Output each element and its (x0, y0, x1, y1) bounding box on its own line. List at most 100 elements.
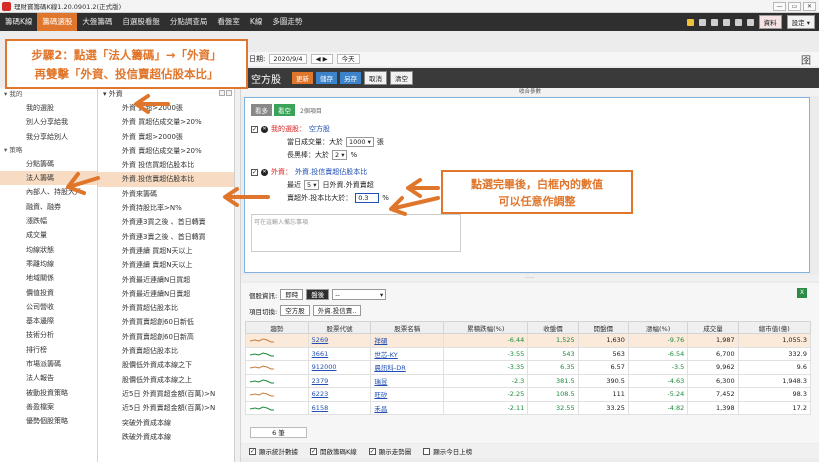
tree-item-advantage[interactable]: 優勢個股策略 (0, 414, 97, 428)
list-item[interactable]: 外資 賣超佔成交量>20% (98, 144, 234, 158)
cell-name[interactable]: 禾昌 (370, 400, 445, 415)
list-item[interactable]: 外資賣超佔股本比 (98, 344, 234, 358)
info-select[interactable]: -- ▾ (332, 289, 387, 300)
col-trend[interactable]: 趨勢 (245, 321, 309, 334)
tree-item-reports[interactable]: 法人報告 (0, 371, 97, 385)
save-as-button[interactable]: 另存 (340, 72, 361, 84)
mail-icon[interactable] (710, 18, 718, 26)
excel-export-icon[interactable]: X (797, 288, 807, 298)
remove-condition-icon[interactable]: ✕ (261, 168, 268, 176)
list-item[interactable]: 股價低外資成本線之上 (98, 373, 234, 387)
opt-today-list[interactable]: 顯示今日上榜 (423, 446, 472, 456)
tree-item-fundamentals[interactable]: 基本邊際 (0, 314, 97, 328)
memo-textarea[interactable]: 可在這輸入備忘事項 (251, 214, 461, 252)
tree-item-revenue[interactable]: 公司營收 (0, 300, 97, 314)
col-accum[interactable]: 累積跌幅(%) (443, 321, 529, 334)
opt-stats[interactable]: ✓ 顯示統計數據 (249, 446, 298, 456)
settings-gear-icon[interactable] (698, 18, 706, 26)
col-change[interactable]: 漲幅(%) (627, 321, 689, 334)
today-button[interactable]: 今天 (336, 54, 360, 64)
opt-kline[interactable]: ✓ 開啟籌碼K線 (310, 446, 357, 456)
tree-item-margin[interactable]: 融資、融券 (0, 200, 97, 214)
close-button[interactable]: ✕ (803, 1, 816, 11)
table-row[interactable]: 3661 世芯-KY -3.55 543 563 -6.54 6,700 332.9 (245, 346, 812, 361)
list-item-selected[interactable]: 外資.投信賣超佔股本比 (98, 172, 234, 187)
tab-bullish[interactable]: 看多 (251, 104, 272, 116)
list-header-foreign[interactable]: ▾ 外資 (98, 88, 234, 101)
list-item[interactable]: 外資 買超>2000張 (98, 101, 234, 115)
after-hours-button[interactable]: 盤後 (306, 289, 330, 300)
list-item[interactable]: 外資買賣超創60日新低 (98, 315, 234, 329)
date-input[interactable]: 2020/9/4 (269, 54, 307, 64)
save-button[interactable]: 儲存 (316, 72, 337, 84)
black-bar-select[interactable]: 2 ▾ (332, 150, 348, 160)
collapse-params-bar[interactable]: 收合參數 (241, 88, 819, 96)
menu-branch-survey[interactable]: 分點調查局 (165, 13, 213, 31)
tree-item-branch-chips[interactable]: 分點籌碼 (0, 157, 97, 171)
tree-group-mine[interactable]: ▾ 我的 (0, 88, 97, 101)
list-item[interactable]: 外資連3賣之後 、首日轉買 (98, 230, 234, 244)
tree-item-volume[interactable]: 成交量 (0, 228, 97, 242)
days-select[interactable]: 5 ▾ (304, 180, 320, 190)
cell-code[interactable]: 6158 (307, 400, 372, 415)
chart-icon[interactable] (734, 18, 742, 26)
cell-code[interactable]: 3661 (307, 346, 372, 361)
volume-select[interactable]: 1000 ▾ (346, 137, 374, 147)
list-item[interactable]: 突破外資成本線 (98, 416, 234, 430)
table-row[interactable]: 5269 祥碩 -6.44 1,525 1,630 -9.76 1,987 1,055.3 (245, 333, 812, 348)
list-item[interactable]: 近5日 外資賣超金額(百萬)>N (98, 401, 234, 415)
tree-item-value-investing[interactable]: 價值投資 (0, 286, 97, 300)
tree-item-archive[interactable]: 善盈檔案 (0, 400, 97, 414)
list-item[interactable]: 外資 投信買超佔股本比 (98, 158, 234, 172)
update-button[interactable]: 更新 (292, 72, 313, 84)
list-item[interactable]: 外資連3買之後 、首日轉賣 (98, 215, 234, 229)
tree-item-technical[interactable]: 技術分析 (0, 328, 97, 342)
col-name[interactable]: 股票名稱 (370, 321, 445, 334)
tree-item-institutional-chips[interactable]: 法人籌碼 (0, 171, 97, 186)
list-item[interactable]: 外資最近連續N日賣超 (98, 287, 234, 301)
list-item[interactable]: 外資買賣超創60日新高 (98, 330, 234, 344)
table-row[interactable]: 6158 禾昌 -2.11 32.55 33.25 -4.82 1,398 17.2 (245, 400, 812, 415)
cell-code[interactable]: 2379 (307, 373, 372, 388)
tree-item-ranking[interactable]: 排行榜 (0, 343, 97, 357)
opt-trend[interactable]: ✓ 顯示走勢圖 (368, 446, 411, 456)
tree-item-ma-state[interactable]: 均線狀態 (0, 243, 97, 257)
condition-checkbox[interactable]: ✓ (251, 168, 258, 176)
notify-icon[interactable] (686, 18, 694, 26)
col-volume[interactable]: 成交量 (687, 321, 739, 334)
list-item[interactable]: 外資來籌碼 (98, 187, 234, 201)
cell-name[interactable]: 世芯-KY (370, 346, 445, 361)
col-market-cap[interactable]: 總市值(億) (737, 321, 812, 334)
menu-multi-chart[interactable]: 多圖走勢 (267, 13, 307, 31)
tree-item-shared-to-me[interactable]: 別人分享給我 (0, 115, 97, 129)
list-item[interactable]: 外資 買超佔成交量>20% (98, 115, 234, 129)
list-item[interactable]: 外資最近連續N日買超 (98, 273, 234, 287)
list-item[interactable]: 外資 賣超>2000張 (98, 130, 234, 144)
settings-button[interactable]: 設定 ▾ (786, 15, 815, 29)
cell-name[interactable]: 祥碩 (370, 333, 445, 348)
menu-watchlist[interactable]: 自選股看盤 (117, 13, 165, 31)
pane-close-icon[interactable] (226, 90, 232, 96)
cell-name[interactable]: 晨訊科-DR (370, 360, 445, 375)
tools-icon[interactable] (722, 18, 730, 26)
menu-chip-kline[interactable]: 籌碼K線 (0, 13, 37, 31)
date-nav-buttons[interactable]: ◀ ▶ (310, 54, 333, 64)
ratio-input[interactable]: 0.3 (355, 193, 380, 203)
layout-toggle-icon[interactable]: 囹 (801, 52, 811, 67)
tree-item-my-picks[interactable]: 我的選股 (0, 101, 97, 115)
cell-code[interactable]: 5269 (307, 333, 372, 348)
table-row[interactable]: 912000 晨訊科-DR -3.35 6.35 6.57 -3.5 9,962 9.6 (245, 360, 812, 375)
horizontal-splitter[interactable]: ⋯⋯ (241, 275, 819, 281)
cancel-button[interactable]: 取消 (364, 71, 387, 85)
clear-button[interactable]: 清空 (390, 71, 413, 85)
list-item[interactable]: 外資買超佔股本比 (98, 301, 234, 315)
data-button[interactable]: 資料 (758, 15, 782, 29)
menu-market-chips[interactable]: 大盤籌碼 (77, 13, 117, 31)
tag-foreign-sell[interactable]: 外資.投信賣.. (312, 305, 362, 316)
pane-restore-icon[interactable] (219, 90, 225, 96)
tree-item-insiders[interactable]: 內部人、持股大戶 (0, 185, 97, 199)
cell-name[interactable]: 旺矽 (370, 387, 445, 402)
tree-group-strategy[interactable]: ▾ 策略 (0, 144, 97, 157)
cell-name[interactable]: 瑞昱 (370, 373, 445, 388)
tag-bearish[interactable]: 空方股 (280, 305, 310, 316)
